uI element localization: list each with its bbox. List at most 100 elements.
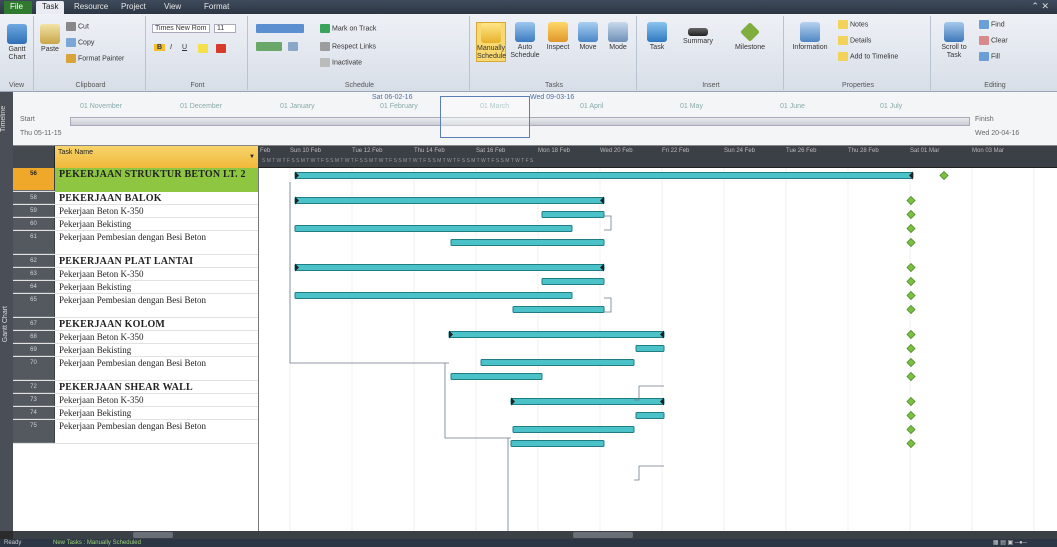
respect-links-button[interactable]: Respect Links xyxy=(320,42,376,51)
milestone-diamond[interactable] xyxy=(906,223,916,234)
milestone-diamond[interactable] xyxy=(906,195,916,206)
task-bar[interactable] xyxy=(294,292,573,299)
mode-button[interactable]: Mode xyxy=(604,22,632,52)
table-row[interactable]: 58 PEKERJAAN BALOK xyxy=(13,192,258,205)
timeline-pane[interactable]: Timeline Start Thu 05-11-15 Finish Wed 2… xyxy=(0,92,1057,146)
row-id[interactable]: 58 xyxy=(13,192,55,204)
task-name-cell[interactable]: Pekerjaan Pembesian dengan Besi Beton xyxy=(55,231,258,255)
fill-button[interactable]: Fill xyxy=(979,52,1000,61)
insert-milestone-button[interactable]: Milestone xyxy=(725,22,775,52)
row-id[interactable]: 70 xyxy=(13,357,55,380)
column-header-task-name[interactable]: Task Name ▼ xyxy=(55,146,258,168)
paste-button[interactable]: Paste xyxy=(38,24,62,54)
milestone-diamond[interactable] xyxy=(906,424,916,435)
row-id[interactable]: 68 xyxy=(13,331,55,343)
milestone-diamond[interactable] xyxy=(906,276,916,287)
gantt-chart-button[interactable]: Gantt Chart xyxy=(3,24,31,62)
task-name-cell[interactable]: Pekerjaan Pembesian dengan Besi Beton xyxy=(55,420,258,444)
row-id[interactable]: 64 xyxy=(13,281,55,293)
chart-scroll-thumb[interactable] xyxy=(573,532,633,538)
milestone-diamond[interactable] xyxy=(906,371,916,382)
task-name-cell[interactable]: Pekerjaan Pembesian dengan Besi Beton xyxy=(55,357,258,381)
column-filter-icon[interactable]: ▼ xyxy=(249,154,255,160)
milestone-diamond[interactable] xyxy=(906,262,916,273)
table-row[interactable]: 60 Pekerjaan Bekisting xyxy=(13,218,258,231)
tab-resource[interactable]: Resource xyxy=(68,1,114,14)
task-name-cell[interactable]: PEKERJAAN KOLOM xyxy=(55,318,258,331)
font-size-select[interactable]: 11 xyxy=(214,24,236,33)
table-row[interactable]: 72 PEKERJAAN SHEAR WALL xyxy=(13,381,258,394)
task-bar[interactable] xyxy=(512,426,635,433)
milestone-diamond[interactable] xyxy=(906,357,916,368)
task-name-cell[interactable]: Pekerjaan Bekisting xyxy=(55,218,258,231)
view-shortcuts[interactable]: ▦ ▤ ▣ ─●─ xyxy=(993,539,1027,547)
gantt-chart-area[interactable] xyxy=(258,168,1057,531)
new-tasks-mode[interactable]: New Tasks : Manually Scheduled xyxy=(53,540,141,546)
table-row[interactable]: 63 Pekerjaan Beton K-350 xyxy=(13,268,258,281)
row-id[interactable]: 75 xyxy=(13,420,55,443)
table-row[interactable]: 75 Pekerjaan Pembesian dengan Besi Beton xyxy=(13,420,258,444)
font-name-select[interactable]: Times New Rom xyxy=(152,24,210,33)
window-controls[interactable]: ⌃ ✕ xyxy=(1031,1,1049,12)
table-row[interactable]: 67 PEKERJAAN KOLOM xyxy=(13,318,258,331)
task-name-cell[interactable]: PEKERJAAN PLAT LANTAI xyxy=(55,255,258,268)
table-row[interactable]: 56 PEKERJAAN STRUKTUR BETON LT. 2 xyxy=(13,168,258,192)
milestone-diamond[interactable] xyxy=(906,410,916,421)
find-button[interactable]: Find xyxy=(979,20,1005,29)
milestone-diamond[interactable] xyxy=(906,438,916,449)
row-id[interactable]: 63 xyxy=(13,268,55,280)
row-id[interactable]: 74 xyxy=(13,407,55,419)
summary-bar[interactable] xyxy=(294,264,605,271)
auto-schedule-button[interactable]: Auto Schedule xyxy=(510,22,540,60)
details-button[interactable]: Details xyxy=(838,36,871,45)
tab-file[interactable]: File xyxy=(4,1,32,14)
milestone-diamond[interactable] xyxy=(906,343,916,354)
inspect-button[interactable]: Inspect xyxy=(544,22,572,52)
task-name-cell[interactable]: PEKERJAAN SHEAR WALL xyxy=(55,381,258,394)
information-button[interactable]: Information xyxy=(790,22,830,52)
summary-bar[interactable] xyxy=(448,331,665,338)
row-id[interactable]: 59 xyxy=(13,205,55,217)
task-name-cell[interactable]: Pekerjaan Beton K-350 xyxy=(55,205,258,218)
summary-bar[interactable] xyxy=(294,172,914,179)
clear-button[interactable]: Clear xyxy=(979,36,1008,45)
row-id[interactable]: 60 xyxy=(13,218,55,230)
table-row[interactable]: 69 Pekerjaan Bekisting xyxy=(13,344,258,357)
task-bar[interactable] xyxy=(294,225,573,232)
percent-complete-buttons[interactable] xyxy=(256,24,306,33)
underline-button[interactable]: U xyxy=(182,44,187,51)
table-row[interactable]: 65 Pekerjaan Pembesian dengan Besi Beton xyxy=(13,294,258,318)
insert-task-button[interactable]: Task xyxy=(643,22,671,52)
table-row[interactable]: 64 Pekerjaan Bekisting xyxy=(13,281,258,294)
timeline-visible-range[interactable] xyxy=(440,96,530,138)
row-id[interactable]: 69 xyxy=(13,344,55,356)
task-bar[interactable] xyxy=(450,239,605,246)
table-row[interactable]: 61 Pekerjaan Pembesian dengan Besi Beton xyxy=(13,231,258,255)
tab-view[interactable]: View xyxy=(158,1,187,14)
milestone-diamond[interactable] xyxy=(906,209,916,220)
split-button[interactable] xyxy=(288,42,300,51)
row-id[interactable]: 61 xyxy=(13,231,55,254)
link-buttons[interactable] xyxy=(256,42,284,51)
tab-project[interactable]: Project xyxy=(115,1,152,14)
table-row[interactable]: 62 PEKERJAAN PLAT LANTAI xyxy=(13,255,258,268)
task-bar[interactable] xyxy=(450,373,543,380)
task-name-cell[interactable]: Pekerjaan Bekisting xyxy=(55,407,258,420)
move-button[interactable]: Move xyxy=(574,22,602,52)
milestone-diamond[interactable] xyxy=(906,290,916,301)
task-name-cell[interactable]: PEKERJAAN STRUKTUR BETON LT. 2 xyxy=(55,168,258,192)
task-bar[interactable] xyxy=(512,306,605,313)
task-bar[interactable] xyxy=(635,345,665,352)
summary-bar[interactable] xyxy=(510,398,665,405)
task-name-cell[interactable]: Pekerjaan Beton K-350 xyxy=(55,394,258,407)
bold-button[interactable]: B xyxy=(154,44,166,51)
scroll-to-task-button[interactable]: Scroll to Task xyxy=(937,22,971,60)
task-name-cell[interactable]: Pekerjaan Bekisting xyxy=(55,281,258,294)
task-name-cell[interactable]: Pekerjaan Beton K-350 xyxy=(55,268,258,281)
mark-on-track-button[interactable]: Mark on Track xyxy=(320,24,376,33)
tab-task[interactable]: Task xyxy=(36,1,65,14)
row-id[interactable]: 73 xyxy=(13,394,55,406)
task-bar[interactable] xyxy=(541,211,605,218)
task-name-cell[interactable]: Pekerjaan Beton K-350 xyxy=(55,331,258,344)
row-id[interactable]: 62 xyxy=(13,255,55,267)
